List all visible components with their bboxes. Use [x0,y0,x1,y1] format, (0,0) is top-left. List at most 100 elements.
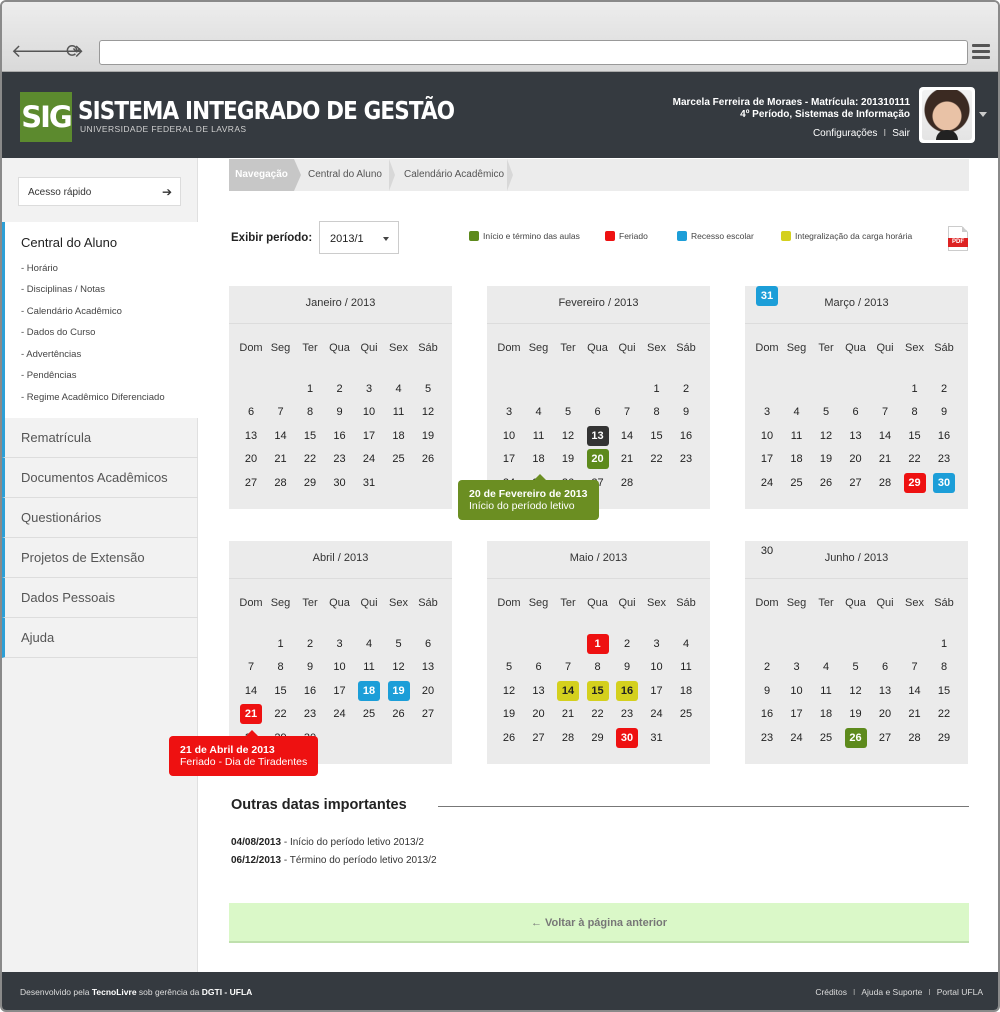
calendar-day[interactable]: 15 [933,681,955,701]
calendar-day[interactable]: 4 [786,402,808,422]
calendar-day[interactable]: 28 [270,473,292,493]
sidebar-item-disciplinas[interactable]: - Disciplinas / Notas [21,284,105,295]
calendar-day[interactable]: 25 [786,473,808,493]
calendar-day[interactable]: 17 [358,426,380,446]
breadcrumb-central-do-aluno[interactable]: Central do Aluno [308,159,382,191]
calendar-day[interactable]: 15 [299,426,321,446]
calendar-day[interactable]: 19 [498,704,520,724]
footer-company[interactable]: TecnoLivre [92,987,137,997]
calendar-day[interactable]: 5 [557,402,579,422]
logout-link[interactable]: Sair [892,128,910,139]
calendar-day[interactable]: 14 [904,681,926,701]
calendar-day[interactable]: 7 [904,657,926,677]
calendar-day[interactable]: 19 [557,449,579,469]
calendar-day[interactable]: 25 [358,704,380,724]
calendar-day-aulas[interactable]: 20 [586,449,609,469]
calendar-day[interactable]: 6 [240,402,262,422]
calendar-day[interactable]: 15 [270,681,292,701]
calendar-day[interactable]: 11 [528,426,550,446]
sidebar-item-pendencias[interactable]: - Pendências [21,370,76,381]
sidebar-item-regime[interactable]: - Regime Acadêmico Diferenciado [21,392,165,403]
calendar-day[interactable]: 26 [417,449,439,469]
calendar-day[interactable]: 12 [815,426,837,446]
calendar-day[interactable]: 28 [904,728,926,748]
calendar-day-integralizacao[interactable]: 15 [586,681,609,701]
calendar-day-recesso[interactable]: 30 [933,473,955,493]
calendar-day[interactable]: 22 [904,449,926,469]
calendar-day[interactable]: 25 [388,449,410,469]
calendar-day[interactable]: 6 [528,657,550,677]
calendar-day[interactable]: 12 [557,426,579,446]
calendar-day[interactable]: 20 [845,449,867,469]
calendar-day[interactable]: 19 [845,704,867,724]
calendar-day[interactable]: 1 [646,379,668,399]
calendar-day-today[interactable]: 13 [586,426,609,446]
calendar-day[interactable]: 2 [299,634,321,654]
calendar-day[interactable]: 21 [270,449,292,469]
avatar[interactable] [919,87,975,143]
calendar-day[interactable]: 6 [587,402,609,422]
calendar-day[interactable]: 3 [329,634,351,654]
calendar-day[interactable]: 22 [933,704,955,724]
calendar-day[interactable]: 20 [874,704,896,724]
calendar-day[interactable]: 9 [616,657,638,677]
calendar-day[interactable]: 12 [498,681,520,701]
calendar-day[interactable]: 20 [417,681,439,701]
calendar-day[interactable]: 5 [815,402,837,422]
calendar-day[interactable]: 29 [587,728,609,748]
calendar-day[interactable]: 16 [756,704,778,724]
calendar-day[interactable]: 9 [756,681,778,701]
calendar-day[interactable]: 17 [329,681,351,701]
calendar-day-feriado[interactable]: 21 [240,704,262,724]
calendar-day[interactable]: 5 [498,657,520,677]
calendar-day[interactable]: 8 [270,657,292,677]
calendar-day[interactable]: 3 [756,402,778,422]
calendar-day[interactable]: 27 [845,473,867,493]
calendar-day[interactable]: 1 [904,379,926,399]
calendar-day[interactable]: 14 [616,426,638,446]
calendar-day[interactable]: 29 [933,728,955,748]
calendar-day[interactable]: 5 [388,634,410,654]
sidebar-item-projetos[interactable]: Projetos de Extensão [2,538,198,578]
calendar-day[interactable]: 16 [299,681,321,701]
calendar-day[interactable]: 8 [933,657,955,677]
sidebar-item-horario[interactable]: - Horário [21,263,58,274]
calendar-day[interactable]: 1 [299,379,321,399]
calendar-day[interactable]: 20 [528,704,550,724]
settings-link[interactable]: Configurações [813,128,877,139]
calendar-day[interactable]: 22 [646,449,668,469]
calendar-day[interactable]: 14 [874,426,896,446]
calendar-day[interactable]: 10 [756,426,778,446]
calendar-day[interactable]: 17 [646,681,668,701]
calendar-day[interactable]: 18 [388,426,410,446]
calendar-day[interactable]: 13 [417,657,439,677]
sig-logo[interactable]: SIG [20,92,73,142]
calendar-day[interactable]: 18 [815,704,837,724]
calendar-day[interactable]: 24 [786,728,808,748]
calendar-day-feriado[interactable]: 30 [616,728,638,748]
calendar-day[interactable]: 30 [329,473,351,493]
calendar-day[interactable]: 26 [388,704,410,724]
calendar-day-recesso[interactable]: 19 [387,681,410,701]
back-button[interactable]: ← Voltar à página anterior [229,903,969,943]
calendar-day[interactable]: 24 [646,704,668,724]
calendar-day[interactable]: 18 [528,449,550,469]
calendar-day[interactable]: 10 [498,426,520,446]
calendar-day[interactable]: 4 [675,634,697,654]
sidebar-item-advertencias[interactable]: - Advertências [21,349,81,360]
calendar-day[interactable]: 1 [270,634,292,654]
quick-access-button[interactable]: Acesso rápido ➔ [18,177,181,206]
calendar-day[interactable]: 10 [646,657,668,677]
sidebar-item-documentos[interactable]: Documentos Acadêmicos [2,458,198,498]
calendar-day[interactable]: 29 [299,473,321,493]
calendar-day[interactable]: 27 [417,704,439,724]
calendar-day[interactable]: 14 [270,426,292,446]
calendar-day[interactable]: 23 [675,449,697,469]
calendar-day[interactable]: 24 [756,473,778,493]
calendar-day[interactable]: 6 [874,657,896,677]
calendar-day-recesso[interactable]: 18 [358,681,380,701]
calendar-day[interactable]: 3 [358,379,380,399]
calendar-day-integralizacao[interactable]: 14 [557,681,579,701]
calendar-day[interactable]: 23 [756,728,778,748]
calendar-day[interactable]: 22 [270,704,292,724]
